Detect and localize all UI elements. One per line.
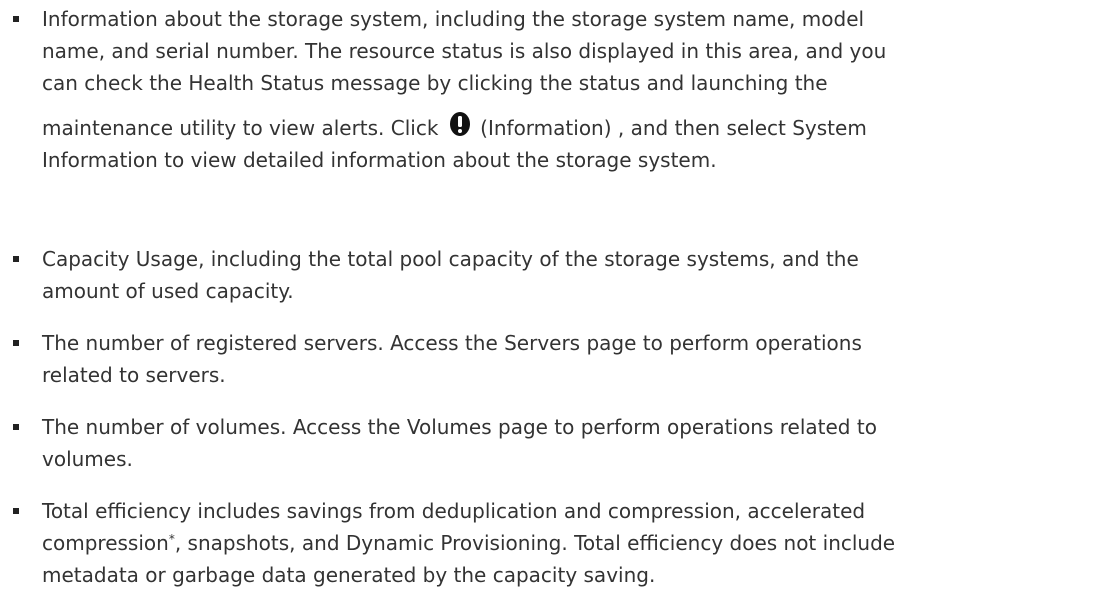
text-line: volumes. [42, 447, 133, 471]
text-line-with-footnote: compression*, snapshots, and Dynamic Pro… [42, 527, 1094, 559]
text-line: The number of volumes. Access the Volume… [42, 415, 877, 439]
list-item-storage-system-info: Information about the storage system, in… [0, 3, 1114, 176]
text-line: Information about the storage system, in… [42, 7, 865, 31]
information-icon [449, 111, 471, 137]
text-line: Information to view detailed information… [42, 148, 717, 172]
text-line: Capacity Usage, including the total pool… [42, 247, 859, 271]
text-line: metadata or garbage data generated by th… [42, 563, 656, 587]
list-item-capacity-usage: Capacity Usage, including the total pool… [0, 243, 1114, 307]
text-line-with-icon: maintenance utility to view alerts. Clic… [42, 111, 1094, 144]
text-line: The number of registered servers. Access… [42, 331, 862, 355]
text-segment: compression [42, 531, 169, 555]
text-line: can check the Health Status message by c… [42, 71, 828, 95]
text-segment: , snapshots, and Dynamic Provisioning. T… [174, 531, 896, 555]
list-item-total-efficiency: Total efficiency includes savings from d… [0, 495, 1114, 591]
text-line: name, and serial number. The resource st… [42, 39, 887, 63]
list-item-volumes: The number of volumes. Access the Volume… [0, 411, 1114, 475]
text-line: Total efficiency includes savings from d… [42, 499, 866, 523]
list-item-registered-servers: The number of registered servers. Access… [0, 327, 1114, 391]
text-line: related to servers. [42, 363, 226, 387]
text-segment: maintenance utility to view alerts. Clic… [42, 116, 439, 140]
text-segment: (Information) , and then select System [480, 116, 867, 140]
text-line: amount of used capacity. [42, 279, 294, 303]
